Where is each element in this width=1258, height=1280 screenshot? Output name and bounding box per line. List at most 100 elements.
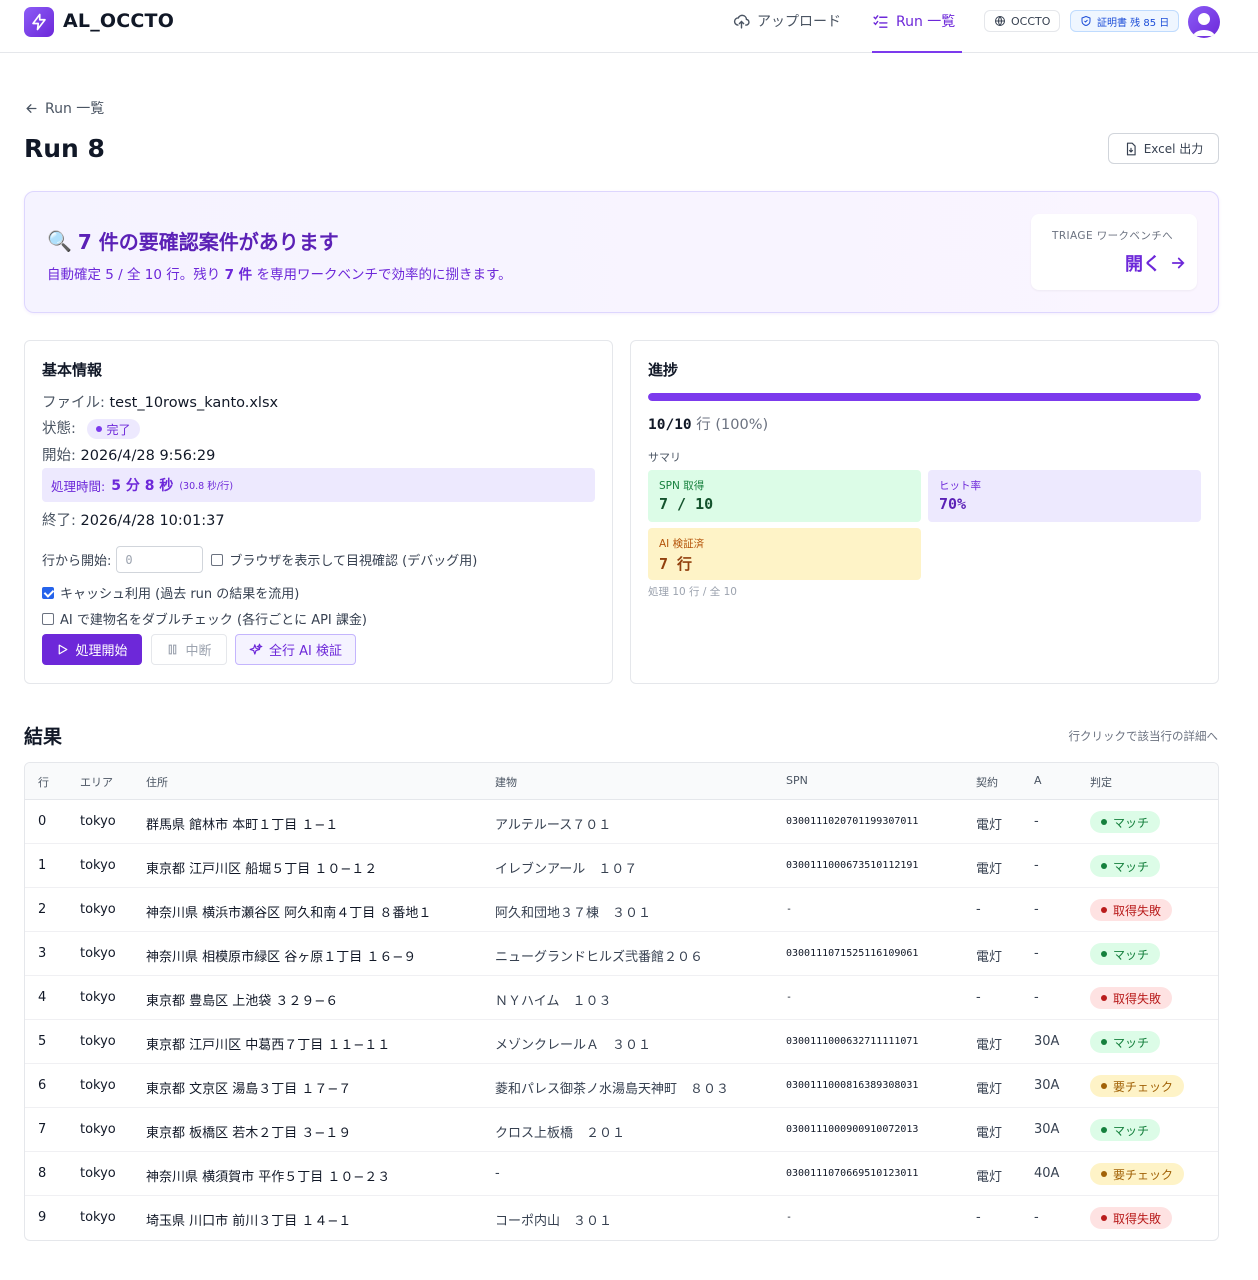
ai-verified-value: 7 行 bbox=[659, 555, 693, 573]
ai-check-label: AI で建物名をダブルチェック (各行ごとに API 課金) bbox=[60, 613, 367, 628]
table-row[interactable]: 2 tokyo 神奈川県 横浜市瀬谷区 阿久和南４丁目 ８番地１ 阿久和団地３７棟 ３… bbox=[25, 888, 1218, 932]
cell-amp: - bbox=[1034, 814, 1039, 829]
cell-building: ニューグランドヒルズ弐番館２０６ bbox=[495, 950, 704, 965]
table-row[interactable]: 5 tokyo 東京都 江戸川区 中葛西７丁目 １１−１１ メゾンクレールＡ ３０１ 0… bbox=[25, 1020, 1218, 1064]
table-row[interactable]: 0 tokyo 群馬県 館林市 本町１丁目 １−１ アルテルース７０１ 03001110… bbox=[25, 800, 1218, 844]
status-dot-icon bbox=[1101, 1215, 1107, 1221]
shield-check-icon bbox=[1081, 16, 1091, 26]
status-text: 要チェック bbox=[1113, 1079, 1174, 1094]
app-name[interactable]: AL_OCCTO bbox=[63, 10, 174, 32]
browser-debug-option[interactable]: ブラウザを表示して目視確認 (デバッグ用) bbox=[211, 550, 477, 569]
results-table: 行 エリア 住所 建物 SPN 契約 A 判定 0 tokyo 群馬県 館林市 本町… bbox=[24, 762, 1219, 1241]
alert-sub-post: を専用ワークベンチで効率的に捌きます。 bbox=[252, 267, 512, 283]
ai-check-checkbox[interactable] bbox=[42, 612, 54, 625]
cert-pill[interactable]: 証明書 残 85 日 bbox=[1070, 10, 1180, 32]
triage-open[interactable]: 開く bbox=[1125, 250, 1187, 276]
active-tab-indicator bbox=[872, 51, 962, 53]
end-line: 終了: 2026/4/28 10:01:37 bbox=[42, 509, 225, 530]
cell-spn: 0300111071525116109061 bbox=[786, 948, 919, 959]
cell-spn: - bbox=[786, 1212, 793, 1223]
occto-pill[interactable]: OCCTO bbox=[984, 10, 1061, 32]
play-icon bbox=[59, 644, 68, 655]
start-line: 開始: 2026/4/28 9:56:29 bbox=[42, 444, 215, 465]
cell-spn: 0300111000632711111071 bbox=[786, 1036, 919, 1047]
table-row[interactable]: 9 tokyo 埼玉県 川口市 前川３丁目 １４−１ コーポ内山 ３０１ - - - 取得失敗 bbox=[25, 1196, 1218, 1240]
stop-label: 中断 bbox=[185, 644, 212, 659]
progress-text: 10/10 行 (100%) bbox=[648, 413, 768, 434]
col-amp[interactable]: A bbox=[1034, 774, 1042, 787]
spn-stat-value: 7 / 10 bbox=[659, 495, 714, 513]
cell-building: - bbox=[495, 1166, 500, 1181]
ai-verify-all-button[interactable]: 全行 AI 検証 bbox=[235, 634, 356, 665]
nav-upload[interactable]: アップロード bbox=[733, 11, 841, 31]
triage-workbench-link[interactable]: TRIAGE ワークベンチへ 開く bbox=[1031, 214, 1197, 290]
col-building[interactable]: 建物 bbox=[495, 774, 517, 790]
col-contract[interactable]: 契約 bbox=[976, 774, 998, 790]
cell-area: tokyo bbox=[80, 1034, 116, 1049]
progress-card: 進捗 10/10 行 (100%) サマリ SPN 取得 7 / 10 ヒット率… bbox=[630, 340, 1219, 684]
file-label: ファイル: bbox=[42, 395, 110, 411]
status-badge: マッチ bbox=[1090, 855, 1161, 877]
cell-contract: - bbox=[976, 902, 981, 917]
alert-title: 🔍 7 件の要確認案件があります bbox=[47, 226, 339, 255]
nav-upload-label: アップロード bbox=[757, 14, 841, 30]
start-process-label: 処理開始 bbox=[75, 644, 128, 659]
bolt-logo-icon[interactable] bbox=[24, 7, 54, 37]
start-row-input[interactable]: 0 bbox=[116, 546, 204, 573]
cell-address: 東京都 板橋区 若木２丁目 ３−１９ bbox=[146, 1126, 352, 1141]
status-label: 状態: bbox=[42, 421, 81, 437]
table-row[interactable]: 7 tokyo 東京都 板橋区 若木２丁目 ３−１９ クロス上板橋 ２０１ 030011… bbox=[25, 1108, 1218, 1152]
user-avatar-icon[interactable] bbox=[1188, 6, 1220, 38]
cell-amp: - bbox=[1034, 990, 1039, 1005]
end-label: 終了: bbox=[42, 513, 81, 529]
basic-info-heading: 基本情報 bbox=[42, 361, 103, 379]
col-area[interactable]: エリア bbox=[80, 774, 113, 790]
status-line: 状態: 完了 bbox=[42, 417, 140, 439]
table-row[interactable]: 1 tokyo 東京都 江戸川区 船堀５丁目 １０−１２ イレブンアール １０７ 030… bbox=[25, 844, 1218, 888]
status-text: 取得失敗 bbox=[1113, 991, 1162, 1006]
progress-unit: 行 bbox=[691, 417, 716, 433]
col-judgement[interactable]: 判定 bbox=[1090, 774, 1112, 790]
nav-run-list[interactable]: Run 一覧 bbox=[872, 11, 955, 31]
cell-area: tokyo bbox=[80, 858, 116, 873]
start-process-button[interactable]: 処理開始 bbox=[42, 634, 142, 665]
table-row[interactable]: 4 tokyo 東京都 豊島区 上池袋 ３２９−６ ＮＹハイム １０３ - - - 取得失敗 bbox=[25, 976, 1218, 1020]
start-time: 2026/4/28 9:56:29 bbox=[80, 448, 216, 464]
cache-checkbox[interactable] bbox=[42, 586, 54, 599]
status-text: 取得失敗 bbox=[1113, 903, 1162, 918]
cell-area: tokyo bbox=[80, 1166, 116, 1181]
cert-label: 証明書 残 85 日 bbox=[1097, 17, 1170, 29]
excel-export-label: Excel 出力 bbox=[1143, 142, 1204, 156]
cache-option[interactable]: キャッシュ利用 (過去 run の結果を流用) bbox=[42, 583, 299, 602]
table-row[interactable]: 3 tokyo 神奈川県 相模原市緑区 谷ヶ原１丁目 １６−９ ニューグランドヒルズ弐… bbox=[25, 932, 1218, 976]
browser-debug-checkbox[interactable] bbox=[211, 553, 224, 566]
cell-address: 群馬県 館林市 本町１丁目 １−１ bbox=[146, 818, 339, 833]
back-link[interactable]: Run 一覧 bbox=[24, 98, 104, 118]
status-badge: 取得失敗 bbox=[1090, 987, 1173, 1009]
status-badge: 完了 bbox=[86, 419, 140, 439]
col-row[interactable]: 行 bbox=[38, 774, 49, 790]
cell-row: 7 bbox=[38, 1122, 47, 1137]
stop-button[interactable]: 中断 bbox=[151, 634, 227, 665]
pause-icon bbox=[169, 644, 177, 655]
col-spn[interactable]: SPN bbox=[786, 774, 808, 787]
excel-export-button[interactable]: Excel 出力 bbox=[1108, 133, 1219, 164]
table-row[interactable]: 6 tokyo 東京都 文京区 湯島３丁目 １７−７ 菱和パレス御茶ノ水湯島天神町 ８… bbox=[25, 1064, 1218, 1108]
nav-run-label: Run 一覧 bbox=[896, 14, 956, 30]
ai-verified-label: AI 検証済 bbox=[659, 538, 705, 550]
status-badge: 要チェック bbox=[1090, 1163, 1185, 1185]
basic-info-card: 基本情報 ファイル: test_10rows_kanto.xlsx 状態: 完了… bbox=[24, 340, 613, 684]
cell-amp: 40A bbox=[1034, 1166, 1060, 1181]
page-title: Run 8 bbox=[24, 134, 105, 163]
ai-check-option[interactable]: AI で建物名をダブルチェック (各行ごとに API 課金) bbox=[42, 609, 367, 628]
cell-row: 5 bbox=[38, 1034, 47, 1049]
spn-stat-label: SPN 取得 bbox=[659, 480, 705, 492]
table-row[interactable]: 8 tokyo 神奈川県 横須賀市 平作５丁目 １０−２３ - 030011107066… bbox=[25, 1152, 1218, 1196]
cell-address: 東京都 文京区 湯島３丁目 １７−７ bbox=[146, 1082, 352, 1097]
start-row-control: 行から開始: 0 ブラウザを表示して目視確認 (デバッグ用) bbox=[42, 546, 477, 573]
cell-spn: 0300111000673510112191 bbox=[786, 860, 919, 871]
cell-building: 菱和パレス御茶ノ水湯島天神町 ８０３ bbox=[495, 1082, 730, 1097]
start-row-label: 行から開始: bbox=[42, 554, 112, 569]
cell-area: tokyo bbox=[80, 814, 116, 829]
col-address[interactable]: 住所 bbox=[146, 774, 168, 790]
